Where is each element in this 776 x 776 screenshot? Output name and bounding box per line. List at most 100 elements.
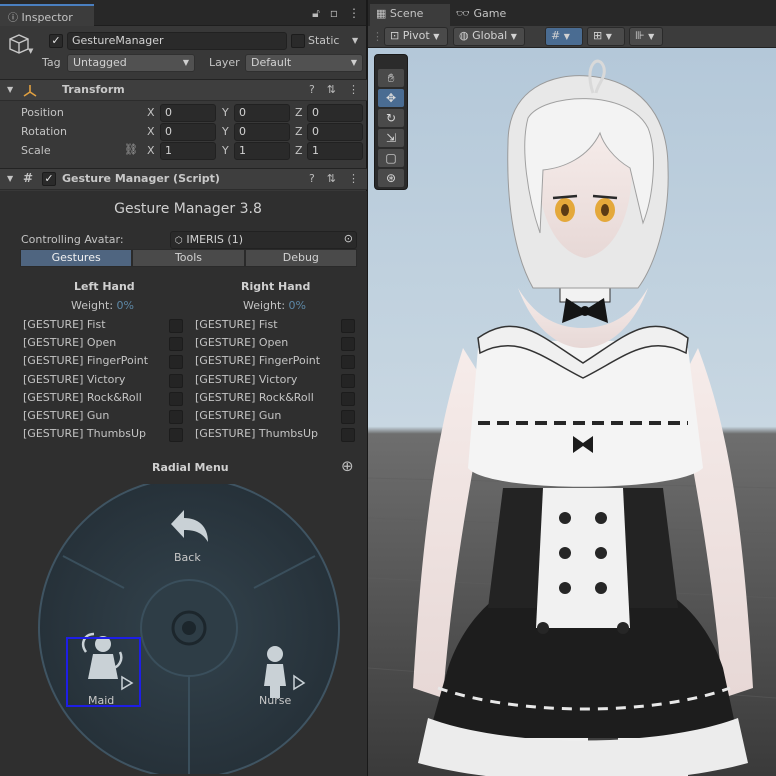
ruler-button[interactable]: ⊪ ▼ [629,27,663,46]
scale-y-field[interactable]: 1 [234,142,290,160]
object-picker-icon[interactable]: ⊙ [344,232,353,245]
transform-tool[interactable]: ⊛ [378,169,404,187]
left-gesture-checkbox[interactable] [169,391,183,406]
left-gesture-checkbox[interactable] [169,355,183,370]
kebab-menu-icon[interactable]: ⋮ [348,6,360,21]
cube-dropdown-icon[interactable]: ▼ [28,47,33,55]
static-dropdown-icon[interactable]: ▼ [352,36,358,45]
script-icon: # [23,171,34,185]
right-gesture-checkbox[interactable] [341,391,355,406]
move-icon: ✥ [385,91,397,105]
static-checkbox[interactable] [291,34,305,48]
rotation-x-field[interactable]: 0 [160,123,216,141]
right-gesture-checkbox[interactable] [341,428,355,443]
drag-handle-icon[interactable]: ⋮ [372,30,383,43]
global-dropdown[interactable]: ◍ Global ▼ [453,27,525,46]
kebab-menu-icon[interactable]: ⋮ [348,83,359,96]
left-gesture-label: [GESTURE] FingerPoint [23,354,149,368]
radial-back-label[interactable]: Back [174,551,201,564]
radial-menu[interactable] [36,484,342,774]
left-gesture-checkbox[interactable] [169,428,183,443]
inspector-tab-icons: 🔓︎ ▫ ⋮ [312,6,360,21]
scale-label: Scale [21,144,51,157]
scale-tool[interactable]: ⇲ [378,129,404,147]
layer-value: Default [251,56,292,69]
left-weight: Weight: 0% [71,299,134,312]
left-weight-value: 0% [116,299,134,312]
left-gesture-checkbox[interactable] [169,319,183,333]
tab-debug[interactable]: Debug [244,249,357,267]
foldout-arrow-icon[interactable]: ▼ [7,174,13,183]
scene-viewport[interactable] [368,48,776,776]
rect-icon: ▢ [385,151,397,165]
preset-icon[interactable]: ⇅ [327,83,336,96]
cube-icon [9,34,29,54]
left-gesture-label: [GESTURE] Rock&Roll [23,390,142,404]
object-name-field[interactable]: GestureManager [67,32,287,50]
add-circle-icon[interactable]: ⊕ [341,457,354,475]
right-gesture-checkbox[interactable] [341,373,355,388]
chevron-down-icon: ▼ [182,58,189,67]
rotation-y-field[interactable]: 0 [234,123,290,141]
right-gesture-checkbox[interactable] [341,319,355,333]
tab-scene[interactable]: ▦ Scene [370,4,450,26]
tab-game[interactable]: 👓︎ Game [452,4,510,23]
help-icon[interactable]: ? [309,172,315,185]
tag-dropdown[interactable]: Untagged ▼ [67,54,195,72]
grid-snap-button[interactable]: # ▼ [545,27,583,46]
active-checkbox[interactable]: ✓ [49,34,63,48]
rotation-z-field[interactable]: 0 [307,123,363,141]
tab-game-label: Game [473,7,507,20]
gameobject-header: ▼ ✓ GestureManager Static ▼ Tag Untagged… [0,27,367,79]
tab-gestures[interactable]: Gestures [20,249,133,267]
script-enabled-checkbox[interactable]: ✓ [42,172,56,186]
inspector-tabbar: ⓘ Inspector 🔓︎ ▫ ⋮ [0,0,366,26]
gesture-manager-header[interactable]: ▼ # ✓ Gesture Manager (Script) ? ⇅ ⋮ [0,168,367,190]
gesture-manager-heading: Gesture Manager 3.8 [114,201,262,217]
transform-tool-icon: ⊛ [385,171,397,185]
left-gesture-label: [GESTURE] Fist [23,318,106,331]
pivot-dropdown[interactable]: ⊡ Pivot ▼ [384,27,448,46]
hand-tool[interactable]: ✋︎ [378,69,404,87]
help-icon[interactable]: ? [309,83,315,96]
right-gesture-label: [GESTURE] FingerPoint [195,354,321,368]
increment-snap-button[interactable]: ⊞ ▼ [587,27,625,46]
preset-icon[interactable]: ⇅ [327,172,336,185]
rotate-tool[interactable]: ↻ [378,109,404,127]
tab-inspector[interactable]: ⓘ Inspector [0,4,94,26]
right-gesture-checkbox[interactable] [341,337,355,352]
scale-z-field[interactable]: 1 [307,142,363,160]
rotate-icon: ↻ [385,111,397,125]
left-gesture-checkbox[interactable] [169,337,183,352]
position-x-field[interactable]: 0 [160,104,216,122]
static-label: Static [308,34,340,47]
maximize-icon[interactable]: ▫ [330,6,338,21]
right-gesture-checkbox[interactable] [341,410,355,424]
maid-selection-box [66,637,141,707]
pivot-label: Pivot [402,29,430,42]
layer-label: Layer [209,56,240,69]
left-gesture-checkbox[interactable] [169,410,183,424]
radial-nurse-label[interactable]: Nurse [259,694,291,707]
foldout-arrow-icon[interactable]: ▼ [7,85,13,94]
scene-grid-icon: ▦ [376,7,387,20]
left-gesture-checkbox[interactable] [169,373,183,388]
kebab-menu-icon[interactable]: ⋮ [348,172,359,185]
lock-icon[interactable]: 🔓︎ [312,6,320,21]
right-gesture-checkbox[interactable] [341,355,355,370]
position-y-field[interactable]: 0 [234,104,290,122]
scene-tools-overlay: ✋︎ ✥ ↻ ⇲ ▢ ⊛ [374,54,408,190]
right-hand-heading: Right Hand [241,280,311,293]
avatar-field[interactable]: ⬡ IMERIS (1) ⊙ [170,231,357,249]
axis-z-label: Z [295,106,303,119]
tab-tools[interactable]: Tools [132,249,245,267]
transform-header[interactable]: ▼ Transform ? ⇅ ⋮ [0,79,367,101]
transform-header-icons: ? ⇅ ⋮ [309,83,359,96]
link-icon[interactable]: ⛓︎ [124,143,138,156]
scale-x-field[interactable]: 1 [160,142,216,160]
rect-tool[interactable]: ▢ [378,149,404,167]
position-z-field[interactable]: 0 [307,104,363,122]
ruler-icon: ⊪ [635,29,645,42]
move-tool[interactable]: ✥ [378,89,404,107]
layer-dropdown[interactable]: Default ▼ [245,54,363,72]
